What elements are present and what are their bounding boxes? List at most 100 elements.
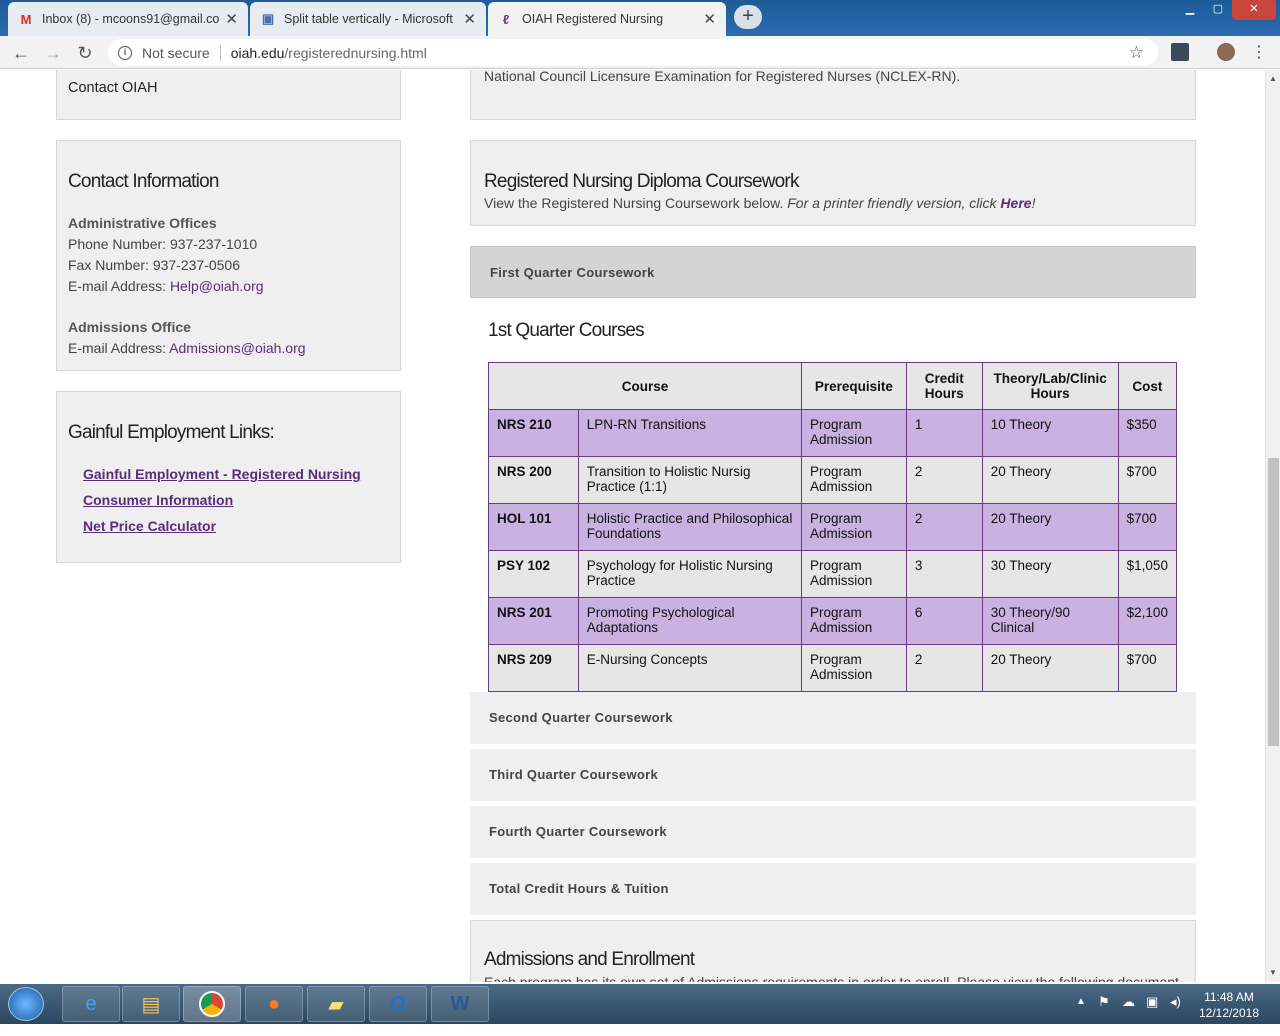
reload-icon[interactable]: ↻ [74, 42, 96, 64]
not-secure-label: Not secure [142, 44, 210, 61]
course-cost: $350 [1117, 409, 1178, 457]
contact-details: Administrative Offices Phone Number: 937… [68, 213, 388, 359]
course-cost: $700 [1117, 456, 1178, 504]
onedrive-icon[interactable]: ☁ [1122, 994, 1135, 1034]
course-prereq: Program Admission [800, 597, 907, 645]
volume-icon[interactable]: ◂) [1170, 994, 1181, 1034]
coursework-intro: View the Registered Nursing Coursework b… [484, 195, 788, 211]
course-prereq: Program Admission [800, 409, 907, 457]
clock-date: 12/12/2018 [1198, 1006, 1260, 1020]
action-center-flag-icon[interactable]: ⚑ [1098, 994, 1110, 1034]
course-name: LPN-RN Transitions [577, 409, 802, 457]
course-cost: $2,100 [1117, 597, 1178, 645]
clock[interactable]: 11:48 AM 12/12/2018 [1198, 989, 1260, 1029]
email-label: E-mail Address: [68, 340, 170, 356]
coursework-intro-text: View the Registered Nursing Coursework b… [484, 195, 1035, 211]
total-credit-hours-accordion[interactable]: Total Credit Hours & Tuition [470, 863, 1196, 915]
url-path: /registerednursing.html [284, 44, 427, 61]
course-credits: 3 [905, 550, 983, 598]
course-name: Psychology for Holistic Nursing Practice [577, 550, 802, 598]
doc-icon: ▣ [261, 11, 275, 26]
tab-title: OIAH Registered Nursing [522, 12, 664, 26]
tab-oiah[interactable]: ℓ OIAH Registered Nursing ✕ [488, 2, 726, 36]
contact-information-heading: Contact Information [68, 171, 219, 192]
gainful-employment-heading: Gainful Employment Links: [68, 422, 275, 443]
bookmark-star-icon[interactable]: ☆ [1129, 43, 1144, 63]
show-hidden-icons-icon[interactable]: ▲ [1076, 996, 1086, 1036]
chrome-icon[interactable] [183, 986, 241, 1022]
consumer-information-link[interactable]: Consumer Information [83, 492, 361, 508]
course-code: PSY 102 [488, 550, 579, 598]
scroll-down-arrow-icon[interactable]: ▼ [1269, 968, 1277, 977]
close-tab-icon[interactable]: ✕ [463, 10, 476, 28]
table-header-row: Course Prerequisite Credit Hours Theory/… [488, 362, 1178, 410]
fourth-quarter-accordion[interactable]: Fourth Quarter Coursework [470, 806, 1196, 858]
file-explorer-icon[interactable]: ▤ [122, 986, 180, 1022]
maximize-button[interactable]: ▢ [1204, 0, 1232, 20]
header-hours: Theory/Lab/Clinic Hours [981, 362, 1119, 410]
clock-time: 11:48 AM [1204, 990, 1254, 1004]
third-quarter-accordion[interactable]: Third Quarter Coursework [470, 749, 1196, 801]
header-prerequisite: Prerequisite [800, 362, 907, 410]
printer-friendly-link[interactable]: Here [1000, 195, 1031, 211]
course-hours: 20 Theory [981, 503, 1119, 551]
info-icon[interactable]: i [118, 45, 132, 60]
extension-icon[interactable] [1171, 43, 1189, 61]
tab-microsoft[interactable]: ▣ Split table vertically - Microsoft C ✕ [250, 2, 486, 36]
internet-explorer-icon[interactable]: e [62, 986, 120, 1022]
admissions-office-heading: Admissions Office [68, 319, 191, 335]
contact-information-box: Contact Information Administrative Offic… [56, 140, 401, 371]
minimize-button[interactable]: ▁ [1176, 0, 1204, 20]
address-bar[interactable]: i Not secure oiah.edu/registerednursing.… [108, 39, 1158, 66]
sticky-notes-icon[interactable]: ▰ [307, 986, 365, 1022]
page-scrollbar[interactable]: ▲ ▼ [1265, 70, 1280, 982]
back-icon[interactable]: ← [10, 42, 32, 64]
close-tab-icon[interactable]: ✕ [225, 10, 238, 28]
gainful-employment-box: Gainful Employment Links: Gainful Employ… [56, 391, 401, 563]
new-tab-button[interactable]: + [734, 5, 762, 29]
first-quarter-accordion[interactable]: First Quarter Coursework [470, 246, 1196, 298]
menu-icon[interactable]: ⋮ [1248, 42, 1270, 64]
course-credits: 1 [905, 409, 983, 457]
word-icon[interactable]: W [431, 986, 489, 1022]
admissions-email-link[interactable]: Admissions@oiah.org [169, 340, 305, 356]
scroll-up-arrow-icon[interactable]: ▲ [1269, 74, 1277, 83]
course-code: NRS 210 [488, 409, 579, 457]
second-quarter-accordion[interactable]: Second Quarter Coursework [470, 692, 1196, 744]
table-row: PSY 102 Psychology for Holistic Nursing … [488, 550, 1178, 598]
admissions-box: Admissions and Enrollment Each program h… [470, 920, 1196, 982]
contact-oiah-link[interactable]: Contact OIAH [68, 80, 157, 96]
first-quarter-heading: 1st Quarter Courses [488, 320, 645, 341]
net-price-calculator-link[interactable]: Net Price Calculator [83, 518, 361, 534]
course-prereq: Program Admission [800, 503, 907, 551]
course-name: Holistic Practice and Philosophical Foun… [577, 503, 802, 551]
forward-icon[interactable]: → [42, 42, 64, 64]
phone-row: Phone Number: 937-237-1010 [68, 234, 388, 255]
email-row: E-mail Address: Help@oiah.org [68, 276, 388, 297]
coursework-intro-box: Registered Nursing Diploma Coursework Vi… [470, 140, 1196, 226]
course-prereq: Program Admission [800, 456, 907, 504]
profile-avatar[interactable] [1217, 43, 1235, 61]
close-tab-icon[interactable]: ✕ [703, 10, 716, 28]
network-icon[interactable]: ▣ [1146, 994, 1158, 1034]
scroll-thumb[interactable] [1268, 458, 1279, 746]
course-cost: $1,050 [1117, 550, 1178, 598]
tab-gmail[interactable]: M Inbox (8) - mcoons91@gmail.com ✕ [8, 2, 248, 36]
course-code: NRS 201 [488, 597, 579, 645]
outlook-icon[interactable]: O [369, 986, 427, 1022]
course-credits: 2 [905, 456, 983, 504]
course-credits: 2 [905, 644, 983, 692]
start-button[interactable] [8, 987, 44, 1021]
course-hours: 10 Theory [981, 409, 1119, 457]
course-hours: 20 Theory [981, 456, 1119, 504]
help-email-link[interactable]: Help@oiah.org [170, 278, 264, 294]
firefox-icon[interactable]: ● [245, 986, 303, 1022]
table-row: HOL 101 Holistic Practice and Philosophi… [488, 503, 1178, 551]
header-credit-hours: Credit Hours [905, 362, 983, 410]
course-name: Promoting Psychological Adaptations [577, 597, 802, 645]
gainful-employment-link[interactable]: Gainful Employment - Registered Nursing [83, 466, 361, 482]
printer-text: For a printer friendly version, click [787, 195, 1001, 211]
course-hours: 20 Theory [981, 644, 1119, 692]
close-window-button[interactable]: ✕ [1232, 0, 1276, 20]
gmail-icon: M [20, 11, 32, 27]
